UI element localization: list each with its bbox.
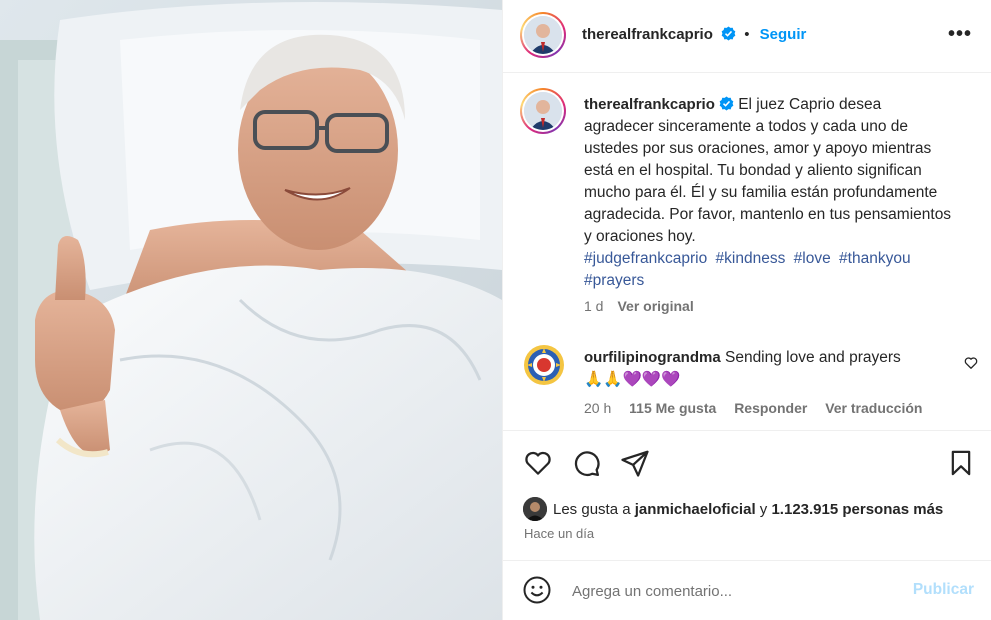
hashtag-link[interactable]: #love [794,250,831,267]
liker-avatar-image [523,497,547,521]
comment-text-block: ourfilipinograndma Sending love and pray… [584,347,954,391]
caption-avatar-image [524,92,562,130]
likes-connector: y [759,500,768,518]
separator-dot: • [744,26,750,43]
likes-summary: Les gusta a janmichaeloficial y 1.123.91… [523,497,943,521]
verified-badge-icon [719,96,734,111]
hashtag-link[interactable]: #thankyou [839,250,911,267]
author-avatar[interactable] [520,12,566,58]
emoji-icon[interactable] [522,575,552,605]
comment-meta: 20 h 115 Me gusta Responder Ver traducci… [584,400,936,416]
likes-count[interactable]: 1.123.915 personas más [771,501,943,518]
comment-like-count[interactable]: 115 Me gusta [629,400,716,416]
commenter-avatar[interactable] [523,344,565,386]
hashtag-list: #judgefrankcaprio #kindness #love #thank… [584,250,915,289]
commenter-username[interactable]: ourfilipinograndma [584,349,721,366]
post-header: therealfrankcaprio • Seguir ••• [503,0,991,73]
verified-badge-icon [721,26,736,41]
hashtag-link[interactable]: #judgefrankcaprio [584,250,707,267]
comment-input[interactable] [572,579,892,603]
comment-like-heart-icon[interactable] [964,356,978,370]
header-author-row: therealfrankcaprio • Seguir [582,26,806,43]
author-avatar-image [524,16,562,54]
see-original-button[interactable]: Ver original [617,298,693,314]
liker-avatar[interactable] [523,497,547,521]
post-photo[interactable] [0,0,502,620]
caption-author-avatar[interactable] [520,88,566,134]
reply-button[interactable]: Responder [734,400,807,416]
bookmark-icon[interactable] [947,448,975,478]
comment-emojis: 🙏🙏💜💜💜 [584,371,681,388]
caption-text-block: therealfrankcaprio El juez Caprio desea … [584,94,954,292]
heart-icon[interactable] [523,448,553,478]
commenter-avatar-image [524,345,564,385]
caption-timestamp[interactable]: 1 d [584,298,603,314]
follow-button[interactable]: Seguir [760,26,807,43]
comment-body: Sending love and prayers [724,349,901,366]
see-translation-button[interactable]: Ver traducción [825,400,922,416]
caption-meta: 1 d Ver original [584,298,694,314]
post-timestamp[interactable]: Hace un día [524,526,594,541]
comment-icon[interactable] [571,448,601,478]
more-options-icon[interactable]: ••• [948,24,972,44]
hashtag-link[interactable]: #prayers [584,272,644,289]
liker-username[interactable]: janmichaeloficial [635,501,756,518]
post-side-panel: therealfrankcaprio • Seguir ••• therealf [502,0,991,620]
publish-button[interactable]: Publicar [913,581,974,599]
author-username[interactable]: therealfrankcaprio [582,26,713,43]
comment-timestamp[interactable]: 20 h [584,400,611,416]
share-icon[interactable] [620,448,650,478]
photo-illustration [0,0,502,620]
caption-author-username[interactable]: therealfrankcaprio [584,96,715,113]
comment-composer: Publicar [503,560,991,620]
caption-body: El juez Caprio desea agradecer sincerame… [584,96,952,245]
likes-prefix: Les gusta a [553,500,631,518]
hashtag-link[interactable]: #kindness [716,250,786,267]
